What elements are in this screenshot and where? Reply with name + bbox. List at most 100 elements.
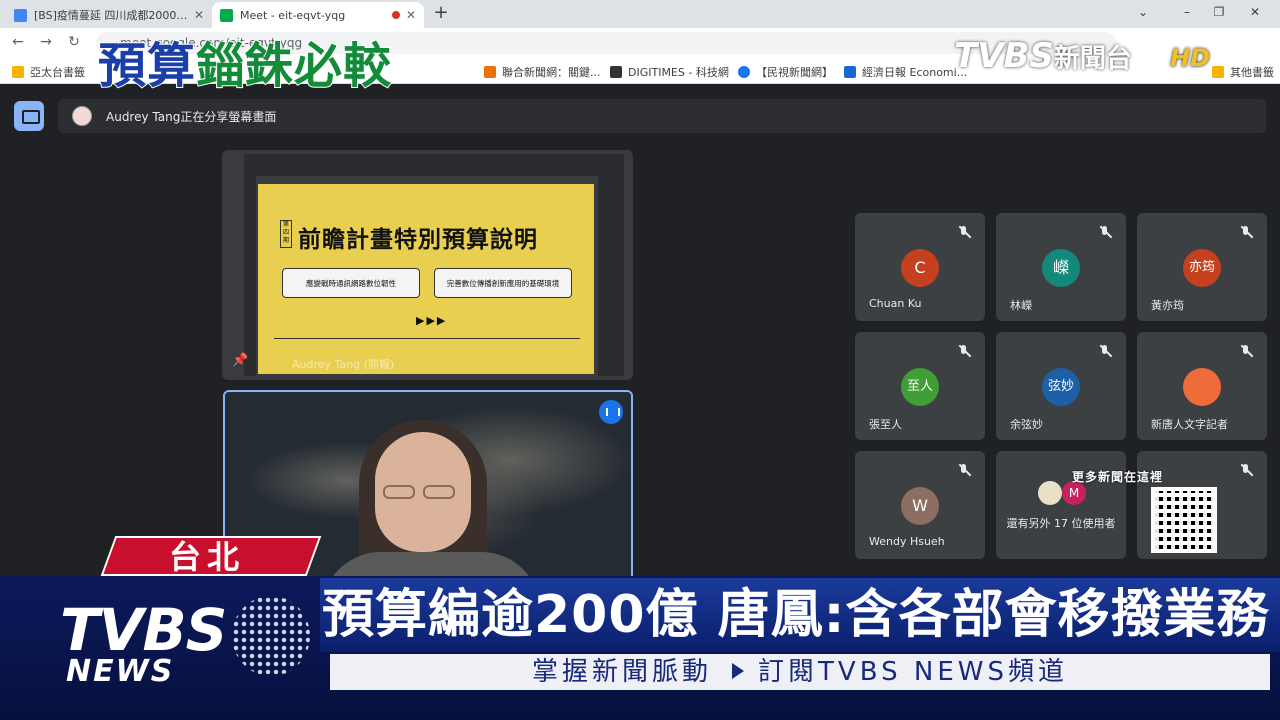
screen-share-banner: Audrey Tang正在分享螢幕畫面: [58, 99, 1266, 133]
meet-stage: Audrey Tang正在分享螢幕畫面 第四期 前瞻計畫特別預算說明 應變戰時通…: [0, 85, 1280, 590]
slide-period-label: 第四期: [280, 220, 292, 248]
avatar: C: [901, 249, 939, 287]
slide-box: 應變戰時通訊網路數位韌性: [282, 268, 420, 298]
participant-tile[interactable]: 弦妙 余弦妙: [996, 332, 1126, 440]
tab-search-icon[interactable]: ⌄: [1128, 2, 1158, 22]
bookmark-item[interactable]: 聯合新聞網：關鍵...: [484, 64, 601, 80]
back-icon[interactable]: ←: [8, 34, 28, 50]
maximize-icon[interactable]: ❐: [1204, 2, 1234, 22]
ticker-left: 掌握新聞脈動: [532, 657, 713, 687]
other-bookmarks[interactable]: 其他書籤: [1212, 64, 1274, 80]
participant-name: 張至人: [869, 418, 902, 431]
slide-arrows: ▶▶▶: [416, 314, 448, 327]
bookmark-label: 亞太台書籤: [30, 66, 85, 79]
participant-tile[interactable]: 亦筠 黃亦筠: [1137, 213, 1267, 321]
participant-tile[interactable]: 嶸 林嶸: [996, 213, 1126, 321]
presentation-right-panel: [598, 176, 624, 376]
avatar: 嶸: [1042, 249, 1080, 287]
forward-icon[interactable]: →: [36, 34, 56, 50]
topic-part2: 錙銖必較: [195, 37, 393, 95]
udn-icon: [484, 66, 496, 78]
bookmark-item[interactable]: 亞太台書籤: [12, 64, 85, 80]
hd-badge: HD: [1170, 44, 1211, 72]
more-participants-text: 還有另外 17 位使用者: [1006, 517, 1116, 530]
participant-tile[interactable]: 新唐人文字記者: [1137, 332, 1267, 440]
mic-off-icon: [1098, 225, 1112, 239]
tab-title: Meet - eit-eqvt-yqg: [240, 8, 346, 22]
folder-icon: [12, 66, 24, 78]
participant-name: 黃亦筠: [1151, 299, 1184, 312]
mic-off-icon: [957, 344, 971, 358]
browser-tab-meet[interactable]: Meet - eit-eqvt-yqg ✕: [212, 2, 424, 28]
avatar: 亦筠: [1183, 249, 1221, 287]
bookmark-item[interactable]: DIGITIMES - 科技網: [610, 64, 729, 80]
headline: 預算編逾200億 唐鳳:含各部會移撥業務: [322, 585, 1270, 645]
participant-name: 新唐人文字記者: [1151, 418, 1228, 431]
new-tab-button[interactable]: +: [430, 3, 452, 25]
bookmark-label: 【民視新聞網】: [756, 66, 833, 79]
bookmark-label: 其他書籤: [1230, 66, 1274, 79]
ftv-icon: [738, 66, 750, 78]
qr-code-icon: [1151, 487, 1217, 553]
avatar: W: [901, 487, 939, 525]
participant-name: 余弦妙: [1010, 418, 1043, 431]
reload-icon[interactable]: ↻: [64, 34, 84, 50]
participant-tile[interactable]: 至人 張至人: [855, 332, 985, 440]
digitimes-icon: [610, 66, 622, 78]
ticker: 掌握新聞脈動 訂閱TVBS NEWS頻道: [330, 654, 1270, 690]
mic-off-icon: [1239, 225, 1253, 239]
presentation-toolbar: [244, 154, 624, 176]
participant-name: Chuan Ku: [869, 297, 922, 310]
tvbs-channel-logo: TVBS新聞台: [954, 36, 1132, 76]
close-tab-icon[interactable]: ✕: [406, 8, 416, 22]
participant-tile[interactable]: W Wendy Hsueh: [855, 451, 985, 559]
slide-box: 完善數位傳播創新應用的基礎環境: [434, 268, 572, 298]
presentation-slide: 第四期 前瞻計畫特別預算說明 應變戰時通訊網路數位韌性 完善數位傳播創新應用的基…: [258, 184, 594, 374]
mic-off-icon: [957, 225, 971, 239]
recording-dot-icon: [391, 11, 400, 19]
speaker-glasses: [383, 484, 463, 500]
avatar: [72, 106, 92, 126]
close-window-icon[interactable]: ✕: [1240, 2, 1270, 22]
speaking-indicator-icon: [599, 400, 623, 424]
bookmark-item[interactable]: 經濟日報 Economi...: [844, 64, 967, 80]
avatar: 至人: [901, 368, 939, 406]
bookmark-item[interactable]: 【民視新聞網】: [738, 64, 833, 80]
person-icon: [1183, 368, 1221, 406]
browser-tab-news[interactable]: [BS]疫情蔓延 四川成都2000萬居 ✕: [6, 2, 212, 28]
logo-dots-icon: [232, 596, 310, 676]
mic-off-icon: [1239, 344, 1253, 358]
bookmark-label: DIGITIMES - 科技網: [628, 66, 729, 79]
docs-favicon-icon: [14, 8, 27, 22]
participant-name: 林嶸: [1010, 299, 1032, 312]
participant-tile[interactable]: C Chuan Ku: [855, 213, 985, 321]
avatar: [1038, 481, 1062, 505]
presentation-sidebar: [244, 176, 256, 376]
presenting-text: Audrey Tang正在分享螢幕畫面: [106, 109, 277, 124]
pin-icon[interactable]: 📌: [232, 353, 248, 368]
shared-screen-tile[interactable]: 第四期 前瞻計畫特別預算說明 應變戰時通訊網路數位韌性 完善數位傳播創新應用的基…: [222, 150, 633, 380]
slide-divider: [274, 338, 580, 339]
folder-icon: [1212, 66, 1224, 78]
minimize-icon[interactable]: –: [1172, 2, 1202, 22]
browser-tab-bar: [BS]疫情蔓延 四川成都2000萬居 ✕ Meet - eit-eqvt-yq…: [0, 0, 1280, 28]
play-triangle-icon: [732, 663, 745, 679]
location-tag: 台北: [168, 538, 245, 576]
ticker-right: 訂閱TVBS NEWS頻道: [758, 657, 1068, 687]
logo-news-station: 新聞台: [1053, 44, 1132, 74]
shared-screen-caption: Audrey Tang (簡報): [292, 358, 395, 371]
topic-title: 預算錙銖必較: [97, 37, 393, 95]
tvbs-news-logo: TVBS NEWS: [60, 596, 310, 700]
meet-favicon-icon: [220, 8, 233, 22]
close-tab-icon[interactable]: ✕: [194, 8, 204, 22]
logo-news: NEWS: [66, 654, 175, 689]
presentation-icon[interactable]: [14, 101, 44, 131]
logo-tvbs: TVBS: [954, 36, 1054, 76]
qr-caption: 更多新聞在這裡: [1072, 470, 1164, 484]
topic-part1: 預算: [97, 37, 197, 95]
tab-title: [BS]疫情蔓延 四川成都2000萬居: [34, 9, 188, 22]
mic-off-icon: [957, 463, 971, 477]
mic-off-icon: [1098, 344, 1112, 358]
participant-name: Wendy Hsueh: [869, 535, 945, 548]
bookmark-label: 經濟日報 Economi...: [862, 66, 968, 79]
